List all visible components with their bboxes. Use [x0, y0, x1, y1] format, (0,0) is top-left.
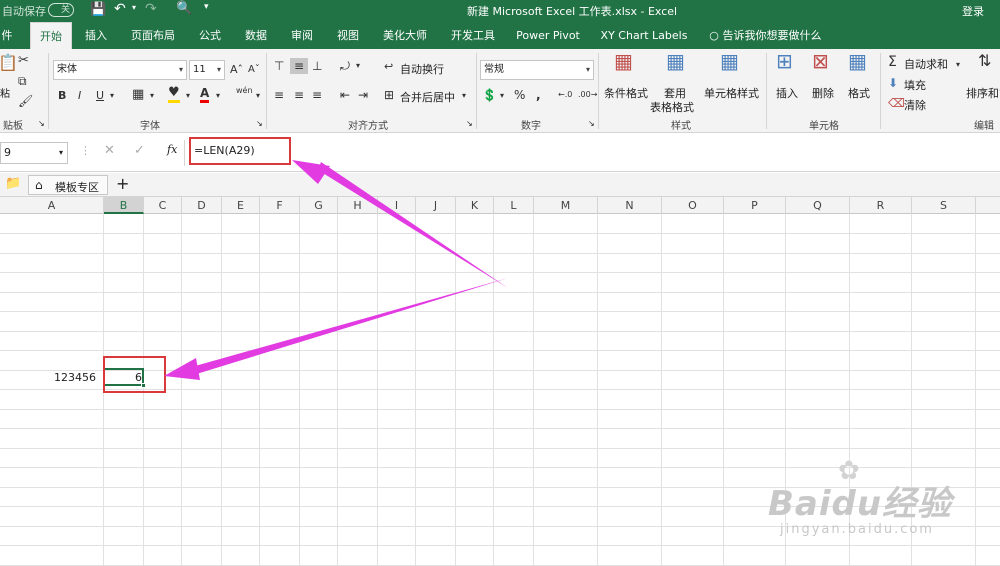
arrow-head-cell — [164, 358, 200, 380]
watermark-brand: Baidu经验 — [768, 484, 953, 524]
arrow-shaft-cell — [188, 278, 508, 376]
arrow-shaft-formula — [318, 162, 508, 288]
watermark-url: jingyan.baidu.com — [780, 522, 934, 537]
arrow-head-formula — [292, 160, 330, 184]
